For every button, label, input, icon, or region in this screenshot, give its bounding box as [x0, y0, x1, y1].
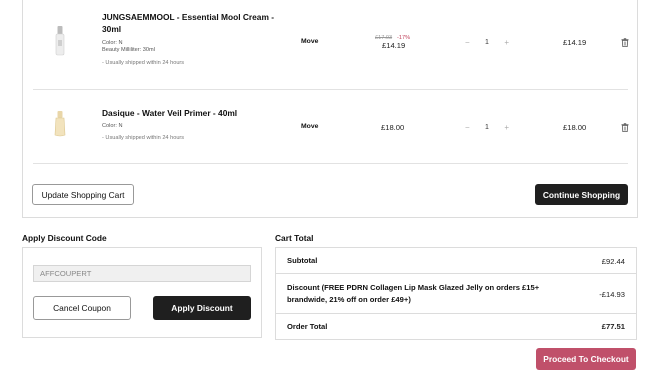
discount-panel: Cancel Coupon Apply Discount [22, 247, 262, 338]
item-subtotal: £14.19 [563, 38, 587, 47]
coupon-code-input[interactable] [33, 265, 251, 282]
discount-label-line: brandwide, 21% off on order £49+) [287, 295, 411, 304]
product-size: Beauty Milliliter: 30ml [102, 47, 155, 53]
quantity-stepper: − 1 + [465, 38, 509, 47]
product-name[interactable]: JUNGSAEMMOOL - Essential Mool Cream - 30… [102, 11, 274, 35]
continue-shopping-button[interactable]: Continue Shopping [535, 184, 628, 205]
shipping-note: - Usually shipped within 24 hours [102, 60, 185, 66]
product-name[interactable]: Dasique - Water Veil Primer - 40ml [102, 107, 237, 119]
item-subtotal: £18.00 [563, 123, 587, 132]
totals-row-subtotal: Subtotal £92.44 [276, 248, 636, 274]
subtotal-value: £92.44 [601, 257, 625, 266]
cart-item-row: JUNGSAEMMOOL - Essential Mool Cream - 30… [33, 0, 629, 90]
qty-increase-button[interactable]: + [504, 123, 509, 132]
cart-items-panel: JUNGSAEMMOOL - Essential Mool Cream - 30… [22, 0, 638, 218]
order-total-value: £77.51 [601, 322, 625, 331]
qty-decrease-button[interactable]: − [465, 38, 470, 47]
subtotal-label: Subtotal [287, 256, 318, 265]
unit-price: £14.19 [382, 41, 406, 50]
qty-value[interactable]: 1 [485, 124, 489, 131]
order-total-label: Order Total [287, 322, 328, 331]
qty-value[interactable]: 1 [485, 39, 489, 46]
cancel-coupon-button[interactable]: Cancel Coupon [33, 296, 131, 320]
discount-value: -£14.93 [599, 290, 625, 299]
update-cart-button[interactable]: Update Shopping Cart [32, 184, 134, 205]
trash-icon[interactable] [621, 123, 629, 132]
product-image-primer[interactable] [54, 111, 66, 137]
unit-price: £18.00 [381, 123, 405, 132]
product-image-cream[interactable] [55, 26, 65, 56]
discount-section-title: Apply Discount Code [22, 233, 107, 243]
qty-increase-button[interactable]: + [504, 38, 509, 47]
quantity-stepper: − 1 + [465, 123, 509, 132]
cart-totals-panel: Subtotal £92.44 Discount (FREE PDRN Coll… [275, 247, 637, 340]
move-button[interactable]: Move [301, 123, 318, 130]
product-color: Color: N [102, 123, 123, 129]
move-button[interactable]: Move [301, 38, 318, 45]
totals-row-discount: Discount (FREE PDRN Collagen Lip Mask Gl… [276, 274, 636, 314]
discount-label-line: Discount (FREE PDRN Collagen Lip Mask Gl… [287, 283, 540, 292]
proceed-to-checkout-button[interactable]: Proceed To Checkout [536, 348, 636, 370]
cart-total-title: Cart Total [275, 233, 314, 243]
discount-label: Discount (FREE PDRN Collagen Lip Mask Gl… [287, 282, 539, 306]
shipping-note: - Usually shipped within 24 hours [102, 135, 185, 141]
totals-row-order-total: Order Total £77.51 [276, 314, 636, 339]
product-name-line[interactable]: 30ml [102, 23, 274, 35]
apply-discount-button[interactable]: Apply Discount [153, 296, 251, 320]
qty-decrease-button[interactable]: − [465, 123, 470, 132]
cart-item-row: Dasique - Water Veil Primer - 40ml Color… [33, 90, 629, 164]
trash-icon[interactable] [621, 38, 629, 47]
product-name-line[interactable]: JUNGSAEMMOOL - Essential Mool Cream - [102, 11, 274, 23]
